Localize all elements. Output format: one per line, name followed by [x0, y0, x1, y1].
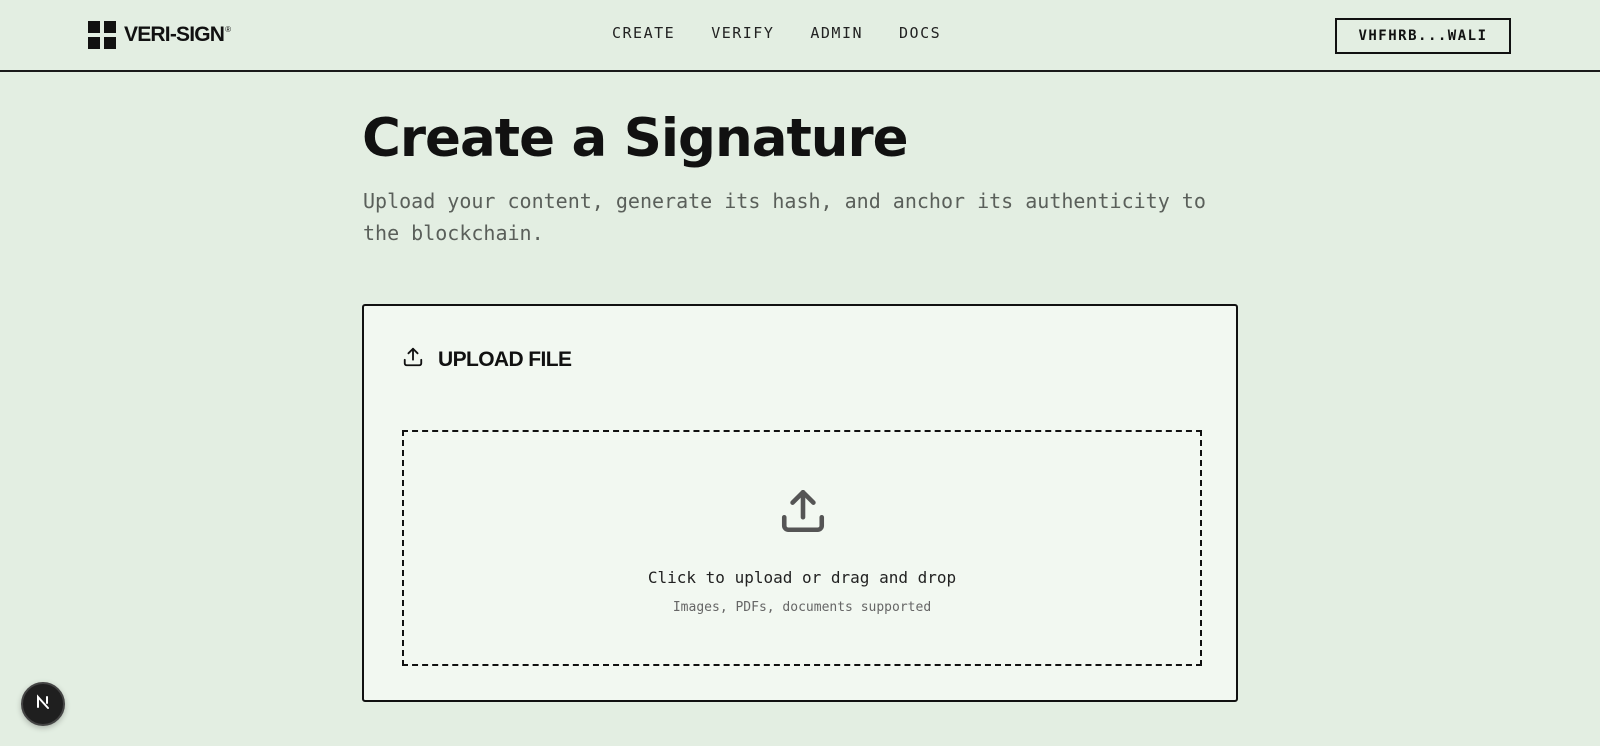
- nav-item-verify[interactable]: VERIFY: [711, 24, 774, 42]
- main-nav: CREATE VERIFY ADMIN DOCS: [612, 24, 941, 42]
- nextjs-dev-badge[interactable]: [21, 682, 65, 726]
- upload-card-header: UPLOAD FILE: [402, 346, 572, 373]
- nav-item-docs[interactable]: DOCS: [899, 24, 941, 42]
- page-title: Create a Signature: [362, 108, 909, 169]
- upload-card: UPLOAD FILE Click to upload or drag and …: [362, 304, 1238, 702]
- top-nav-bar: VERI-SIGN® CREATE VERIFY ADMIN DOCS VHFH…: [0, 0, 1600, 72]
- page-subtitle: Upload your content, generate its hash, …: [363, 189, 1206, 245]
- wallet-address-button[interactable]: VHFHRB...WALI: [1335, 18, 1511, 54]
- dropzone-secondary-text: Images, PDFs, documents supported: [672, 600, 932, 615]
- upload-icon: [402, 346, 424, 373]
- nav-item-create[interactable]: CREATE: [612, 24, 675, 42]
- nav-item-admin[interactable]: ADMIN: [810, 24, 863, 42]
- grid-logo-icon: [88, 21, 116, 49]
- nextjs-icon: [33, 692, 53, 717]
- brand-name: VERI-SIGN®: [124, 23, 231, 46]
- upload-icon: [778, 486, 828, 541]
- file-dropzone[interactable]: Click to upload or drag and drop Images,…: [402, 430, 1202, 666]
- brand-logo[interactable]: VERI-SIGN®: [88, 21, 231, 49]
- upload-card-title: UPLOAD FILE: [438, 347, 572, 371]
- dropzone-primary-text: Click to upload or drag and drop: [647, 568, 957, 587]
